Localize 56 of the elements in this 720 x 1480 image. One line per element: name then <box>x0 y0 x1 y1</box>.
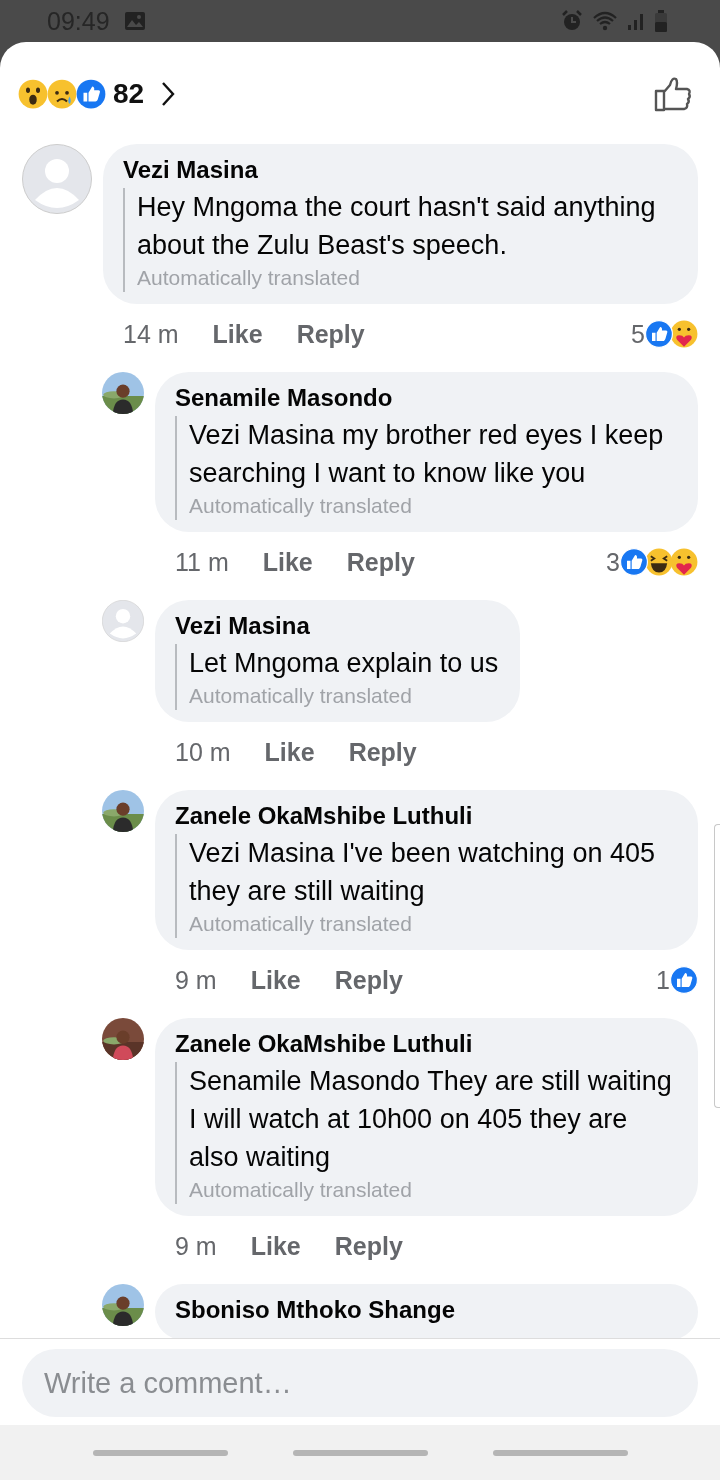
reaction-count[interactable]: 3 <box>606 547 620 577</box>
chevron-right-icon[interactable] <box>160 80 177 108</box>
nav-handle[interactable] <box>292 1449 428 1456</box>
battery-icon <box>654 10 668 32</box>
comment-time: 11 m <box>175 547 229 577</box>
reaction-count[interactable]: 82 <box>113 78 145 110</box>
author-name[interactable]: Zanele OkaMshibe Luthuli <box>175 802 473 834</box>
comment-time: 14 m <box>123 319 179 349</box>
nav-handle[interactable] <box>92 1449 228 1456</box>
comment-time: 10 m <box>175 737 231 767</box>
translation-note: Automatically translated <box>189 493 413 519</box>
reaction-count[interactable]: 1 <box>656 965 670 995</box>
comment-action-link[interactable]: Reply <box>296 319 365 349</box>
comment-input[interactable]: Write a comment… <box>22 1349 698 1417</box>
wifi-icon <box>592 10 618 32</box>
author-name[interactable]: Zanele OkaMshibe Luthuli <box>175 1030 473 1062</box>
image-icon <box>123 11 146 31</box>
translation-note: Automatically translated <box>137 265 361 291</box>
comment-action-link[interactable]: Reply <box>334 1231 403 1261</box>
comment-action-link[interactable]: Like <box>212 319 263 349</box>
comment-text: Senamile Masondo They are still waiting I will watch at 10h00 on 405 they are also waiting <box>189 1065 673 1174</box>
author-name[interactable]: Vezi Masina <box>123 156 258 188</box>
heart-hug-face-icon <box>670 548 698 576</box>
comment-text: Vezi Masina I've been watching on 405 they are still waiting <box>189 837 656 908</box>
translation-note: Automatically translated <box>189 1177 413 1203</box>
comment-action-link[interactable]: Reply <box>334 965 403 995</box>
thumbs-up-icon <box>645 320 673 348</box>
alarm-icon <box>560 9 584 33</box>
heart-hug-face-icon <box>670 320 698 348</box>
thumbs-up-icon[interactable] <box>654 75 692 113</box>
comment-action-link[interactable]: Like <box>262 547 313 577</box>
comment-time: 9 m <box>175 1231 217 1261</box>
comment-action-link[interactable]: Reply <box>348 737 417 767</box>
thumbs-up-icon <box>670 966 698 994</box>
comment-text: Vezi Masina my brother red eyes I keep searching I want to know like you <box>189 419 665 490</box>
scrollbar[interactable] <box>714 824 720 1108</box>
thumbs-up-icon <box>620 548 648 576</box>
reaction-count[interactable]: 5 <box>631 319 645 349</box>
laughing-face-icon <box>645 548 673 576</box>
thumbs-up-icon <box>76 79 106 109</box>
surprised-face-icon <box>18 79 48 109</box>
translation-note: Automatically translated <box>189 911 413 937</box>
author-name[interactable]: Sboniso Mthoko Shange <box>175 1296 455 1328</box>
sad-face-icon <box>47 79 77 109</box>
signal-icon <box>626 11 646 31</box>
comment-action-link[interactable]: Like <box>250 965 301 995</box>
author-name[interactable]: Senamile Masondo <box>175 384 393 416</box>
nav-handle[interactable] <box>492 1449 628 1456</box>
comment-time: 9 m <box>175 965 217 995</box>
translation-note: Automatically translated <box>189 683 413 709</box>
comment-text: Hey Mngoma the court hasn't said anything about the Zulu Beast's speech. <box>137 191 657 262</box>
author-name[interactable]: Vezi Masina <box>175 612 310 644</box>
comment-text: Let Mngoma explain to us <box>189 647 499 680</box>
comment-action-link[interactable]: Like <box>264 737 315 767</box>
comment-action-link[interactable]: Reply <box>346 547 415 577</box>
comment-action-link[interactable]: Like <box>250 1231 301 1261</box>
